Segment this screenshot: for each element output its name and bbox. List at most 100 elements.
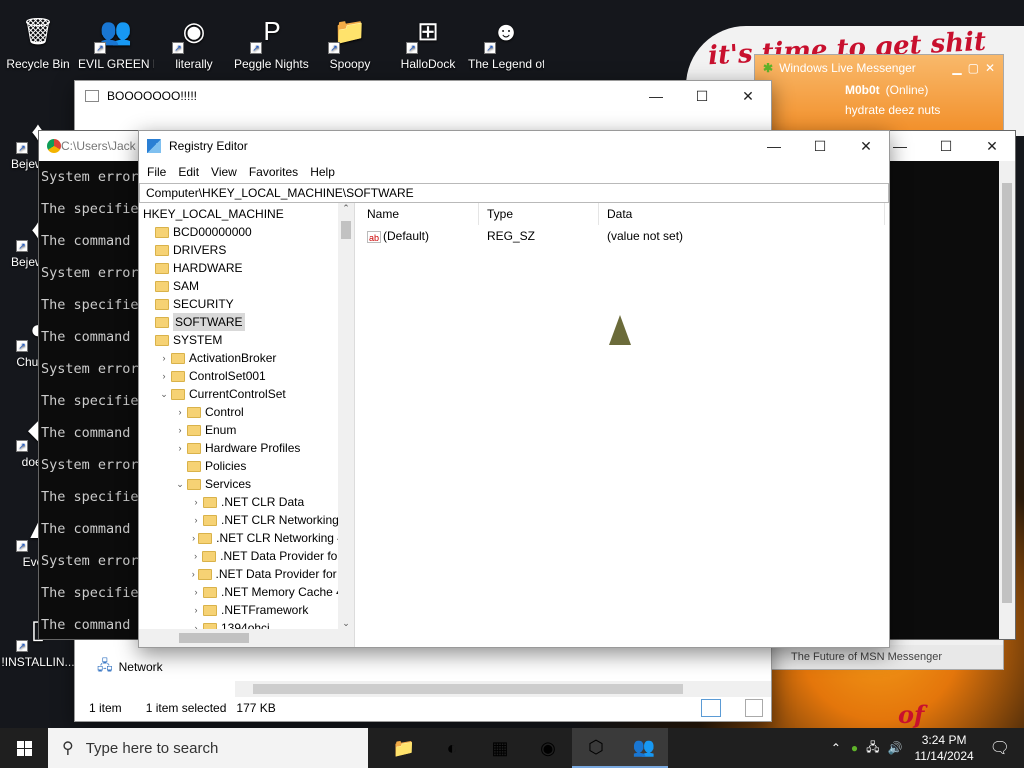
expand-chevron-icon[interactable]: ⌄: [157, 385, 171, 403]
value-name: (Default): [383, 229, 430, 243]
tree-item[interactable]: › Hardware Profiles: [139, 439, 354, 457]
tree-item[interactable]: › .NET Data Provider for O: [139, 547, 354, 565]
show-hidden-icons[interactable]: ⌃: [825, 741, 847, 755]
maximize-button[interactable]: ☐: [797, 131, 843, 161]
tree-item[interactable]: › .NET CLR Networking 4.0: [139, 529, 354, 547]
close-icon[interactable]: ✕: [985, 61, 995, 75]
tree-vertical-scrollbar[interactable]: ⌃ ⌄: [338, 203, 354, 629]
msn-status[interactable]: (Online): [886, 83, 929, 97]
expand-chevron-icon[interactable]: ›: [189, 565, 198, 583]
close-button[interactable]: ✕: [969, 131, 1015, 161]
tree-horizontal-scrollbar[interactable]: [139, 629, 354, 647]
taskbar-app-3[interactable]: ◉: [524, 728, 572, 768]
msn-personal-message[interactable]: hydrate deez nuts: [845, 103, 995, 117]
tree-item[interactable]: › Enum: [139, 421, 354, 439]
menu-favorites[interactable]: Favorites: [243, 165, 304, 179]
network-icon[interactable]: 🖧: [862, 738, 883, 759]
regedit-title: Registry Editor: [169, 139, 248, 153]
taskbar-app-2[interactable]: ▦: [476, 728, 524, 768]
volume-icon[interactable]: 🔊: [884, 741, 907, 755]
tree-item[interactable]: › ActivationBroker: [139, 349, 354, 367]
registry-values-list[interactable]: Name Type Data ab (Default) REG_SZ (value not…: [359, 203, 889, 647]
tree-item[interactable]: SECURITY: [139, 295, 354, 313]
expand-chevron-icon[interactable]: ›: [173, 421, 187, 439]
tree-item[interactable]: SAM: [139, 277, 354, 295]
expand-chevron-icon[interactable]: ›: [189, 511, 203, 529]
tree-item[interactable]: ⌄ CurrentControlSet: [139, 385, 354, 403]
shortcut-arrow-icon: ↗: [16, 440, 28, 452]
msn-username[interactable]: M0b0t (Online): [845, 83, 995, 97]
expand-chevron-icon[interactable]: ›: [157, 367, 171, 385]
boo-window-title: BOOOOOOO!!!!!: [107, 89, 198, 103]
menu-view[interactable]: View: [205, 165, 243, 179]
menu-edit[interactable]: Edit: [172, 165, 205, 179]
desktop-icon[interactable]: 🗑 Recycle Bin: [0, 8, 76, 72]
value-name-cell: ab (Default): [359, 229, 479, 243]
expand-chevron-icon[interactable]: ›: [189, 493, 203, 511]
menu-help[interactable]: Help: [304, 165, 341, 179]
taskbar-app-0[interactable]: 📁: [380, 728, 428, 768]
maximize-button[interactable]: ☐: [923, 131, 969, 161]
desktop-icon[interactable]: ☻↗ The Legend of Tik: [468, 8, 544, 72]
tree-item[interactable]: HKEY_LOCAL_MACHINE: [139, 205, 354, 223]
notification-icon[interactable]: 🗨: [982, 738, 1024, 758]
tree-item[interactable]: › .NETFramework: [139, 601, 354, 619]
tree-item[interactable]: › .NET CLR Data: [139, 493, 354, 511]
tree-item[interactable]: DRIVERS: [139, 241, 354, 259]
column-header-data[interactable]: Data: [599, 203, 885, 225]
details-view-icon[interactable]: [701, 699, 721, 717]
desktop-icon[interactable]: ⊞ ↗ HalloDock: [390, 8, 466, 72]
tree-item[interactable]: SOFTWARE: [139, 313, 354, 331]
minimize-button[interactable]: —: [633, 81, 679, 111]
maximize-button[interactable]: ☐: [679, 81, 725, 111]
status-item-count: 1 item: [89, 701, 122, 715]
tree-item[interactable]: › ControlSet001: [139, 367, 354, 385]
tree-item[interactable]: ⌄ Services: [139, 475, 354, 493]
column-header-type[interactable]: Type: [479, 203, 599, 225]
expand-chevron-icon[interactable]: ›: [189, 601, 203, 619]
minimize-icon[interactable]: ▁: [952, 61, 961, 75]
taskbar-search[interactable]: ⚲ Type here to search: [48, 728, 368, 768]
registry-editor-window[interactable]: Registry Editor — ☐ ✕ File Edit View Favori…: [138, 130, 890, 648]
cmd-scrollbar[interactable]: [999, 161, 1015, 639]
expand-chevron-icon[interactable]: ›: [189, 529, 198, 547]
expand-chevron-icon[interactable]: ›: [173, 439, 187, 457]
nav-item-network[interactable]: 🖧 Network: [97, 655, 163, 679]
tree-item[interactable]: SYSTEM: [139, 331, 354, 349]
tree-item[interactable]: › .NET Data Provider for Sc: [139, 565, 354, 583]
registry-tree[interactable]: HKEY_LOCAL_MACHINE BCD00000000 DRIVERS HARD…: [139, 203, 355, 647]
expand-chevron-icon[interactable]: ›: [189, 547, 202, 565]
taskbar-app-1[interactable]: ◐: [428, 728, 476, 768]
close-button[interactable]: ✕: [725, 81, 771, 111]
desktop-icon[interactable]: P↗ Peggle Nights Del: [234, 8, 310, 72]
desktop-icon[interactable]: 👥↗ EVIL GREEN MSN GO: [78, 8, 154, 72]
expand-chevron-icon[interactable]: ›: [173, 403, 187, 421]
expand-chevron-icon[interactable]: ›: [157, 349, 171, 367]
taskbar-app-4[interactable]: ⬡: [572, 728, 620, 768]
maximize-icon[interactable]: ▢: [968, 61, 979, 75]
expand-chevron-icon[interactable]: ⌄: [173, 475, 187, 493]
tree-item[interactable]: › Control: [139, 403, 354, 421]
msn-tray-icon[interactable]: ●: [847, 741, 862, 755]
desktop-icon[interactable]: 📁 ↗ Spoopy: [312, 8, 388, 72]
value-row[interactable]: ab (Default) REG_SZ (value not set): [359, 225, 889, 247]
tree-item[interactable]: BCD00000000: [139, 223, 354, 241]
expand-chevron-icon[interactable]: ›: [189, 583, 203, 601]
taskbar-app-5[interactable]: 👥: [620, 728, 668, 768]
column-header-name[interactable]: Name: [359, 203, 479, 225]
close-button[interactable]: ✕: [843, 131, 889, 161]
tree-item[interactable]: › .NET CLR Networking: [139, 511, 354, 529]
clock[interactable]: 3:24 PM 11/14/2024: [907, 732, 982, 764]
tree-item[interactable]: Policies: [139, 457, 354, 475]
tree-item-label: DRIVERS: [173, 243, 227, 257]
tree-item[interactable]: HARDWARE: [139, 259, 354, 277]
address-bar[interactable]: Computer\HKEY_LOCAL_MACHINE\SOFTWARE: [139, 183, 889, 203]
tree-item[interactable]: › .NET Memory Cache 4.0: [139, 583, 354, 601]
start-button[interactable]: [0, 728, 48, 768]
desktop-icon[interactable]: ◉ ↗ literally: [156, 8, 232, 72]
tiles-view-icon[interactable]: [745, 699, 763, 717]
scroll-up-icon[interactable]: ⌃: [338, 203, 354, 214]
scroll-down-icon[interactable]: ⌄: [338, 618, 354, 629]
menu-file[interactable]: File: [141, 165, 172, 179]
minimize-button[interactable]: —: [751, 131, 797, 161]
